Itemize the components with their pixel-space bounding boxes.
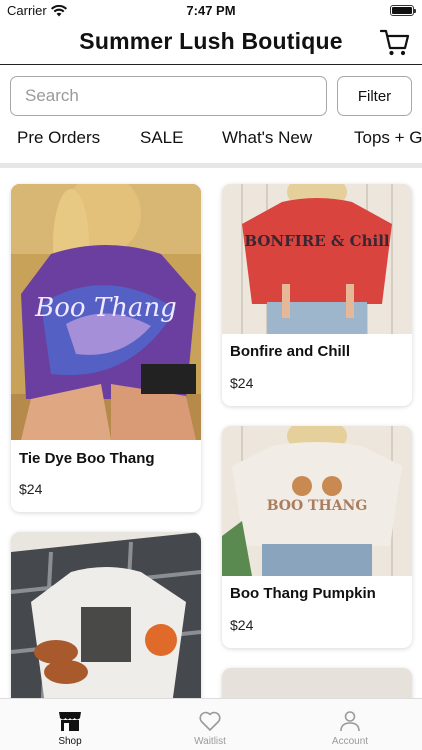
tab-label: Shop xyxy=(58,736,82,747)
product-card-boo-thang-pumpkin[interactable]: BOO THANG Boo Thang Pumpkin $24 xyxy=(222,426,412,648)
product-card[interactable] xyxy=(222,668,412,698)
product-image xyxy=(11,532,201,698)
product-image: BOO THANG xyxy=(222,426,412,576)
category-tab-sale[interactable]: SALE xyxy=(140,128,183,148)
tab-waitlist[interactable]: Waitlist xyxy=(140,699,280,750)
product-card-bonfire-and-chill[interactable]: BONFIRE & Chill Bonfire and Chill $24 xyxy=(222,184,412,406)
cart-button[interactable] xyxy=(379,28,410,58)
product-image: BONFIRE & Chill xyxy=(222,184,412,334)
account-icon xyxy=(340,711,360,732)
page-title: Summer Lush Boutique xyxy=(79,28,343,54)
product-image: Boo Thang xyxy=(11,184,201,440)
shirt-graphic-text: BOO THANG xyxy=(267,498,368,514)
product-name: Boo Thang Pumpkin xyxy=(230,585,376,602)
product-card-tie-dye-boo-thang[interactable]: Boo Thang Tie Dye Boo Thang $24 xyxy=(11,184,201,512)
tab-label: Waitlist xyxy=(194,736,226,747)
tab-account[interactable]: Account xyxy=(280,699,420,750)
category-tab-tops[interactable]: Tops + G xyxy=(354,128,422,148)
shirt-graphic-text: Boo Thang xyxy=(34,293,177,323)
search-row: Filter xyxy=(10,76,412,116)
tab-label: Account xyxy=(331,736,369,747)
product-price: $24 xyxy=(230,617,254,633)
tab-shop[interactable]: Shop xyxy=(0,699,140,750)
app-header: Summer Lush Boutique xyxy=(0,22,422,65)
category-tab-pre-orders[interactable]: Pre Orders xyxy=(17,128,100,148)
product-name: Tie Dye Boo Thang xyxy=(19,450,155,467)
category-tabs: Pre Orders SALE What's New Tops + G xyxy=(0,128,422,154)
search-input[interactable] xyxy=(10,76,327,116)
product-name: Bonfire and Chill xyxy=(230,343,350,360)
product-price: $24 xyxy=(230,375,254,391)
filter-button[interactable]: Filter xyxy=(337,76,412,116)
category-tab-whats-new[interactable]: What's New xyxy=(222,128,312,148)
shop-icon xyxy=(59,712,81,731)
bottom-tab-bar: Shop Waitlist Account xyxy=(0,698,422,750)
status-time: 7:47 PM xyxy=(186,3,236,18)
product-grid: Boo Thang Tie Dye Boo Thang $24 BONFIRE … xyxy=(0,168,422,698)
heart-icon xyxy=(199,711,221,731)
product-price: $24 xyxy=(19,481,43,497)
status-bar: Carrier 7:47 PM xyxy=(0,0,422,22)
battery-icon xyxy=(390,5,416,16)
product-card[interactable] xyxy=(11,532,201,698)
shirt-graphic-text: BONFIRE & Chill xyxy=(244,232,390,250)
cart-icon xyxy=(379,29,410,56)
product-image xyxy=(222,668,412,698)
